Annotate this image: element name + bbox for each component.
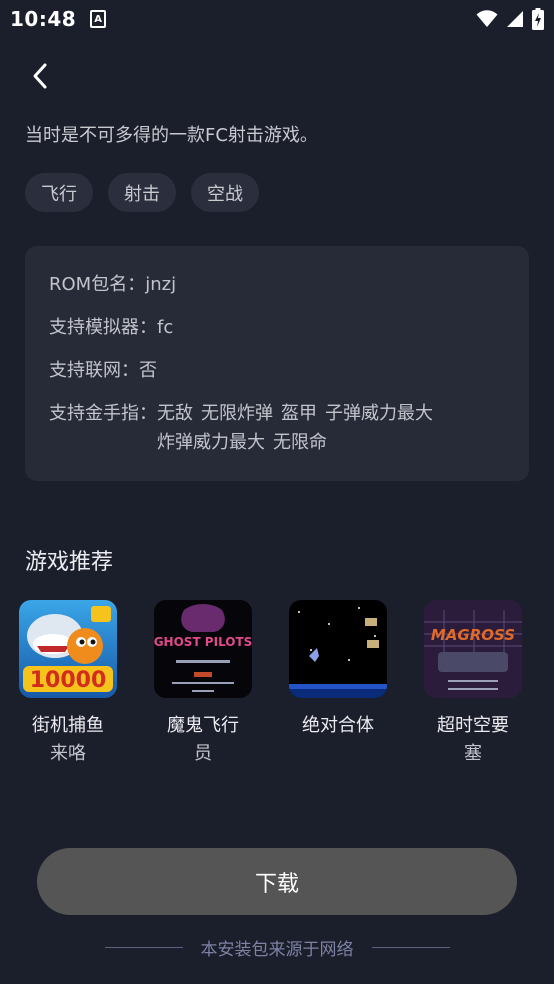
game-cover-ghost-pilots: GHOST PILOTS [154,600,252,698]
game-name-line1: 超时空要 [437,715,509,736]
signal-icon [507,11,523,27]
game-name-line1: 绝对合体 [302,715,374,736]
game-name: 超时空要 塞 [423,712,523,768]
game-card-macross[interactable]: MAGROSS 超时空要 塞 [418,600,528,768]
footer-divider-right [371,946,450,948]
tag-flight[interactable]: 飞行 [25,173,93,212]
game-card-fishing[interactable]: 10000 街机捕鱼 来咯 [13,600,123,768]
cheat-item: 子弹威力最大 [325,403,433,424]
cheat-list: 无敌 无限炸弹 盔甲 子弹威力最大 炸弹威力最大 无限命 [157,399,477,457]
source-disclaimer: 本安装包来源于网络 [200,939,354,960]
game-name: 绝对合体 [288,712,388,740]
cheat-label: 支持金手指： [49,403,157,424]
rom-name-label: ROM包名： [49,274,146,295]
cheat-item: 无限命 [273,432,327,453]
game-name: 街机捕鱼 来咯 [18,712,118,768]
game-cover-fishing: 10000 [19,600,117,698]
game-cover-text: 10000 [30,668,107,693]
game-card-ghost-pilots[interactable]: GHOST PILOTS 魔鬼飞行 员 [148,600,258,768]
game-description: 当时是不可多得的一款FC射击游戏。 [25,125,318,146]
wifi-icon [476,10,498,27]
battery-icon [532,8,544,30]
network-value: 否 [139,360,157,381]
cheat-item: 盔甲 [281,403,317,424]
network-row: 支持联网： 否 [49,358,505,383]
cheat-item: 无敌 [157,403,193,424]
game-name-line1: 街机捕鱼 [32,715,104,736]
game-cover-text: GHOST PILOTS [154,635,252,649]
footer: 本安装包来源于网络 [0,934,554,960]
tag-list: 飞行 射击 空战 [25,173,259,212]
recommend-game-list: 10000 街机捕鱼 来咯 GHOST PILOTS 魔鬼飞行 员 绝对合体 M… [0,600,554,770]
emulator-label: 支持模拟器： [49,317,157,338]
rom-name-value: jnzj [145,274,177,295]
cheat-row: 支持金手指： 无敌 无限炸弹 盔甲 子弹威力最大 炸弹威力最大 无限命 [49,401,505,457]
recommend-title: 游戏推荐 [25,550,114,575]
tag-air-combat[interactable]: 空战 [191,173,259,212]
game-cover-macross: MAGROSS [424,600,522,698]
tag-shooting[interactable]: 射击 [108,173,176,212]
game-name-line1: 魔鬼飞行 [167,715,239,736]
emulator-value: fc [157,317,174,338]
game-cover-absolute-combine [289,600,387,698]
game-cover-text: MAGROSS [431,626,515,644]
game-name-line2: 塞 [464,743,482,764]
status-indicators [476,8,544,30]
game-name-line2: 来咯 [50,743,86,764]
status-time: 10:48 [10,7,77,31]
back-button[interactable] [24,60,56,92]
download-button[interactable]: 下载 [37,848,517,915]
game-card-absolute-combine[interactable]: 绝对合体 [283,600,393,740]
network-label: 支持联网： [49,360,139,381]
status-bar: 10:48 A [0,0,554,38]
chevron-left-icon [33,63,47,89]
app-notification-icon: A [90,10,107,28]
cheat-item: 无限炸弹 [201,403,273,424]
game-info-card: ROM包名： jnzj 支持模拟器： fc 支持联网： 否 支持金手指： 无敌 … [25,246,529,481]
footer-divider-left [104,946,183,948]
rom-name-row: ROM包名： jnzj [49,272,505,297]
cheat-item: 炸弹威力最大 [157,432,265,453]
game-name-line2: 员 [194,743,212,764]
emulator-row: 支持模拟器： fc [49,315,505,340]
game-name: 魔鬼飞行 员 [153,712,253,768]
